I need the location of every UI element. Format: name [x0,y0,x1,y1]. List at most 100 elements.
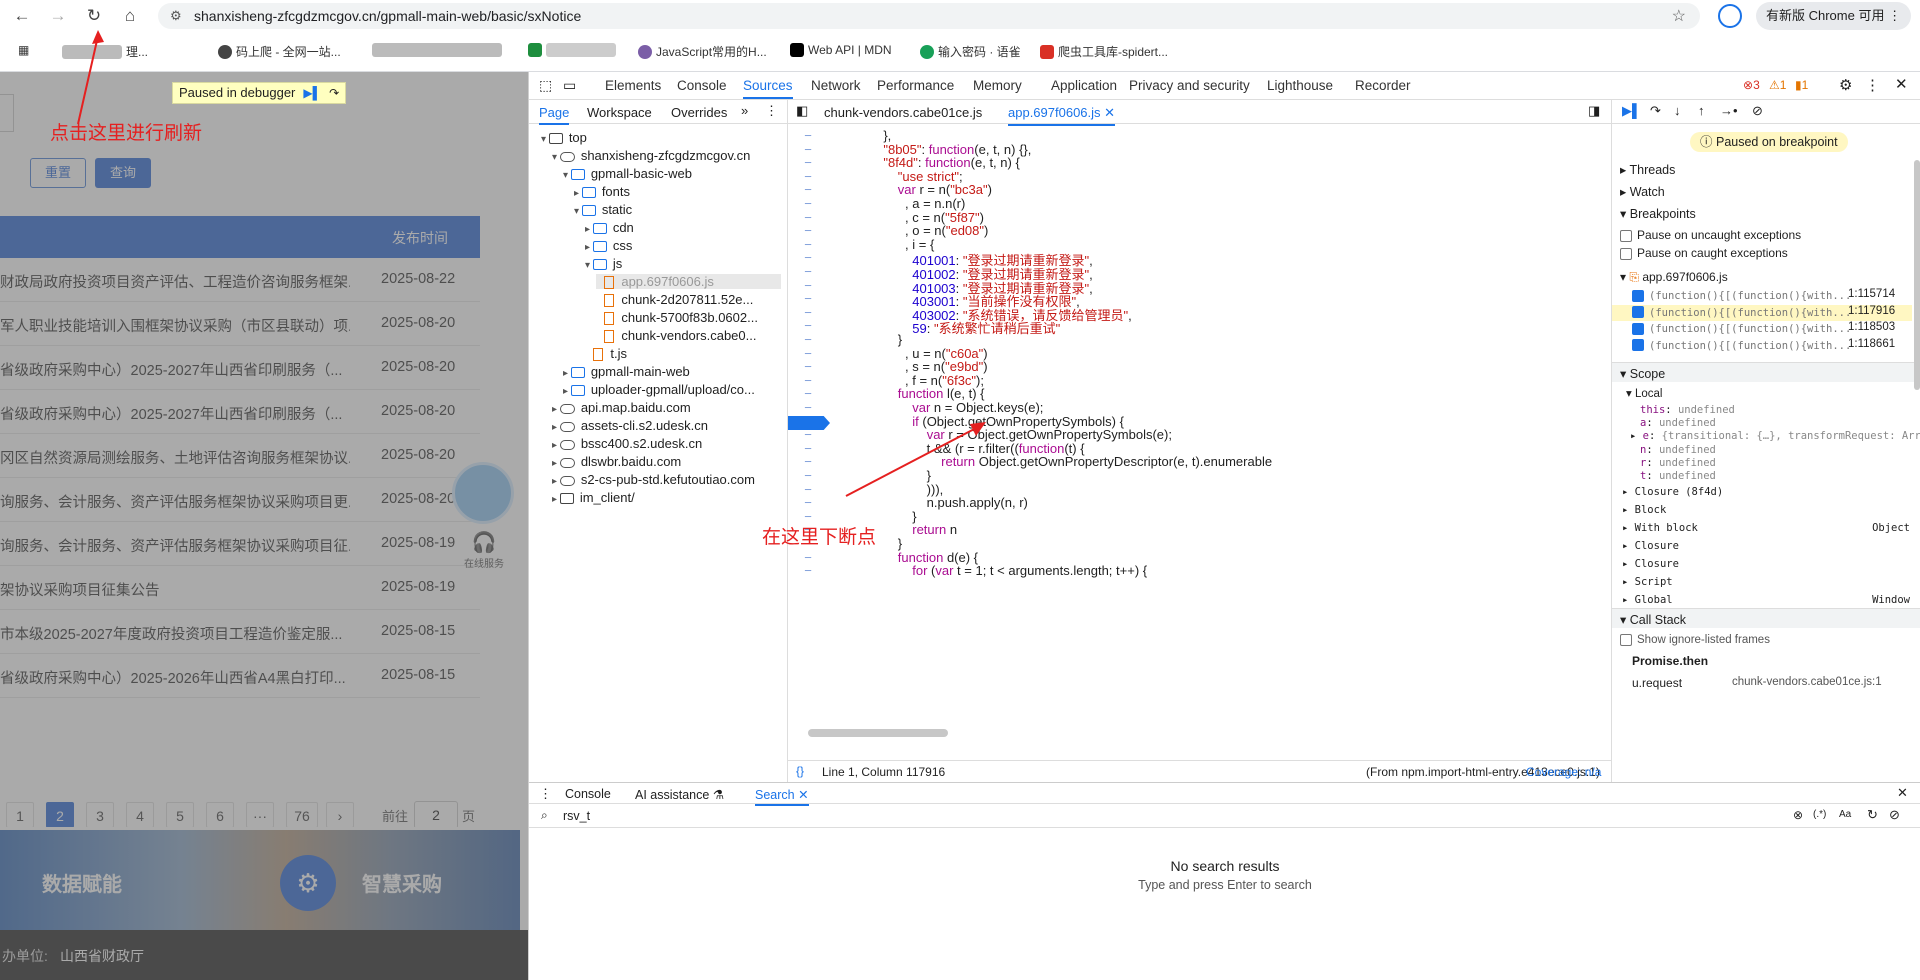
site-info-icon[interactable]: ⚙ [170,8,182,24]
clear-search-icon[interactable]: ⊗ [1793,808,1803,822]
show-ignore-listed-checkbox[interactable]: Show ignore-listed frames [1620,634,1770,646]
table-row[interactable]: 省级政府采购中心）2025-2027年山西省印刷服务（... 2025-08-20 [0,390,480,434]
tree-item[interactable]: chunk-2d207811.52e... [596,292,753,308]
tree-item[interactable]: ▸ s2-cs-pub-std.kefutoutiao.com [552,472,755,487]
notice-title[interactable]: 省级政府采购中心）2025-2027年山西省印刷服务（... [0,403,350,424]
devtools-tab-sources[interactable]: Sources [743,78,793,99]
regex-toggle-icon[interactable]: (.*) [1813,809,1826,820]
pause-caught-checkbox[interactable]: Pause on caught exceptions [1620,246,1788,260]
tree-item[interactable]: ▸ cdn [585,220,634,235]
forward-icon[interactable]: → [44,4,72,28]
page-2[interactable]: 3 [86,802,114,828]
devtools-tab-recorder[interactable]: Recorder [1355,78,1411,93]
scope-group[interactable]: ▸ Closure (8f4d) [1622,486,1914,498]
page-7[interactable]: 76 [286,802,318,828]
scope-group[interactable]: ▸ Closure [1622,540,1914,552]
table-row[interactable]: 询服务、会计服务、资产评估服务框架协议采购项目更... 2025-08-20 [0,478,480,522]
bookmark-7[interactable]: 输入密码 · 语雀 [920,43,1021,60]
table-row[interactable]: 省级政府采购中心）2025-2026年山西省A4黑白打印... 2025-08-1… [0,654,480,698]
chrome-update-button[interactable]: 有新版 Chrome 可用 ⋮ [1756,2,1912,30]
bookmark-2[interactable]: 码上爬 - 全网一站... [218,43,341,60]
robot-mascot-icon[interactable] [452,462,514,524]
devtools-tab-console[interactable]: Console [677,78,727,93]
scope-group[interactable]: ▸ Closure [1622,558,1914,570]
scope-header[interactable]: ▾ Scope [1612,362,1920,382]
tree-item[interactable]: ▸ gpmall-main-web [563,364,690,379]
tree-item[interactable]: ▸ fonts [574,184,630,199]
call-frame-fn[interactable]: u.request [1632,676,1682,690]
devtools-tab-lighthouse[interactable]: Lighthouse [1267,78,1333,93]
tree-item[interactable]: ▾ shanxisheng-zfcgdzmcgov.cn [552,148,750,163]
tab-page[interactable]: Page [539,105,570,125]
apps-grid-icon[interactable]: ▦ [18,43,29,57]
scope-var[interactable]: ▸ e: {transitional: {…}, transformReques… [1630,430,1920,442]
bookmark-star-icon[interactable]: ☆ [1672,6,1686,26]
breakpoint-marker[interactable] [788,416,830,430]
more-tabs-icon[interactable]: » [741,103,748,118]
scope-var[interactable]: this: undefined [1640,404,1735,416]
tree-item[interactable]: ▸ bssc400.s2.udesk.cn [552,436,702,451]
devtools-tab-performance[interactable]: Performance [877,78,954,93]
resume-script-icon[interactable]: ▶▌ [1622,103,1641,119]
deactivate-breakpoints-icon[interactable]: ⊘ [1752,103,1763,119]
threads-section[interactable]: ▸ Threads [1620,162,1675,177]
table-row[interactable]: 架协议采购项目征集公告 2025-08-19 [0,566,480,610]
tree-item[interactable]: ▾ js [585,256,622,271]
match-case-icon[interactable]: Aa [1839,809,1851,820]
horizontal-scrollbar[interactable] [798,729,1598,737]
drawer-menu-icon[interactable]: ⋮ [539,786,552,802]
tree-item[interactable]: ▸ uploader-gpmall/upload/co... [563,382,755,397]
devtools-tab-elements[interactable]: Elements [605,78,661,93]
local-scope[interactable]: ▾ Local [1626,386,1662,400]
tree-item[interactable]: t.js [585,346,627,362]
scope-var[interactable]: a: undefined [1640,417,1716,429]
navigator-menu-icon[interactable]: ⋮ [765,103,778,119]
scope-group[interactable]: ▸ With block Object [1622,522,1914,534]
step-into-icon[interactable]: ↓ [1674,103,1681,118]
step-over-next-icon[interactable]: ↷ [1650,103,1661,119]
page-0[interactable]: 1 [6,802,34,828]
warning-count[interactable]: ⚠1 [1769,78,1786,92]
table-row[interactable]: 询服务、会计服务、资产评估服务框架协议采购项目征... 2025-08-19 [0,522,480,566]
step-icon[interactable]: →• [1720,103,1738,118]
table-row[interactable]: 省级政府采购中心）2025-2027年山西省印刷服务（... 2025-08-20 [0,346,480,390]
profile-avatar[interactable] [1718,4,1742,28]
settings-icon[interactable]: ⚙ [1839,76,1852,94]
tree-item[interactable]: ▾ gpmall-basic-web [563,166,692,181]
table-row[interactable]: 财政局政府投资项目资产评估、工程造价咨询服务框架... 2025-08-22 [0,258,480,302]
back-icon[interactable]: ← [8,4,36,28]
watch-section[interactable]: ▸ Watch [1620,184,1665,199]
page-6[interactable]: ··· [246,802,274,828]
tree-item[interactable]: ▸ dlswbr.baidu.com [552,454,681,469]
breakpoint-item[interactable]: (function(){[(function(){with... 1:117916 [1612,304,1912,321]
inspect-icon[interactable]: ⬚ [539,77,552,94]
reload-icon[interactable]: ↻ [80,4,108,28]
pretty-print-icon[interactable]: {} [796,764,804,778]
table-row[interactable]: 冈区自然资源局测绘服务、土地评估咨询服务框架协议... 2025-08-20 [0,434,480,478]
search-input[interactable]: rsv_t [563,809,590,823]
scope-group[interactable]: ▸ Block [1622,504,1914,516]
bookmark-4[interactable] [528,43,616,57]
tree-item[interactable]: ▸ css [585,238,632,253]
online-service-widget[interactable]: 🎧 在线服务 [462,530,506,590]
address-bar[interactable]: ⚙ shanxisheng-zfcgdzmcgov.cn/gpmall-main… [158,3,1700,29]
bookmark-3[interactable] [372,43,502,57]
tab-app-js[interactable]: app.697f0606.js ✕ [1008,105,1116,126]
tree-item[interactable]: chunk-vendors.cabe0... [596,328,756,344]
notice-title[interactable]: 军人职业技能培训入围框架协议采购（市区县联动）项... [0,315,350,336]
call-stack-header[interactable]: ▾ Call Stack [1612,608,1920,628]
bookmark-6[interactable]: Web API | MDN [790,43,892,57]
scope-group[interactable]: ▸ Script [1622,576,1914,588]
notice-title[interactable]: 询服务、会计服务、资产评估服务框架协议采购项目征... [0,535,350,556]
devtools-tab-privacy-and-security[interactable]: Privacy and security [1129,78,1250,93]
page-1[interactable]: 2 [46,802,74,828]
breakpoints-section[interactable]: ▾ Breakpoints [1620,206,1696,221]
breakpoint-file[interactable]: ▾ ⎘ app.697f0606.js [1620,270,1728,285]
notice-title[interactable]: 省级政府采购中心）2025-2026年山西省A4黑白打印... [0,667,350,688]
scope-var[interactable]: n: undefined [1640,444,1716,456]
refresh-search-icon[interactable]: ↻ [1867,807,1878,823]
query-button[interactable]: 查询 [95,158,151,188]
close-devtools-icon[interactable]: ✕ [1895,75,1908,93]
toggle-debugger-icon[interactable]: ◨ [1588,103,1600,119]
notice-title[interactable]: 冈区自然资源局测绘服务、土地评估咨询服务框架协议... [0,447,350,468]
